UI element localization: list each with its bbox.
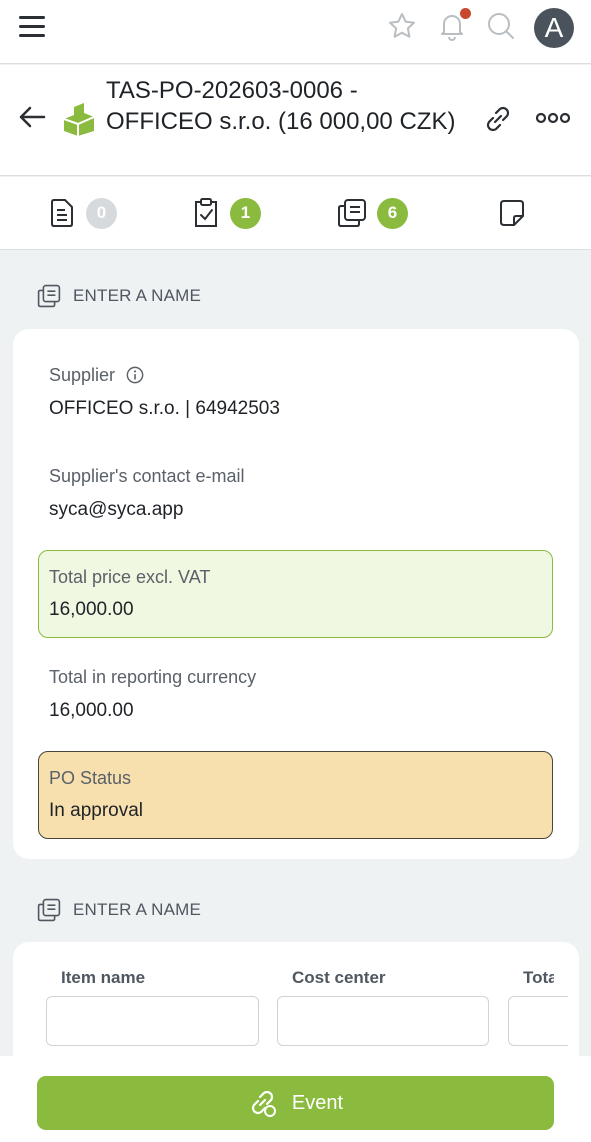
event-button[interactable]: Event <box>37 1076 554 1130</box>
bottom-bar: Event <box>0 1056 591 1142</box>
po-status-label: PO Status <box>49 768 132 788</box>
email-label: Supplier's contact e-mail <box>49 466 245 486</box>
tab-bar: 0 1 6 <box>0 177 591 250</box>
event-icon <box>251 1090 276 1117</box>
tab-tasks[interactable]: 1 <box>192 196 261 230</box>
document-icon <box>51 199 73 227</box>
total-price-value: 16,000.00 <box>49 599 134 620</box>
po-status-value: In approval <box>49 800 144 821</box>
column-header-item-name: Item name <box>61 968 146 987</box>
top-bar: A <box>0 0 591 64</box>
notification-dot <box>460 8 471 19</box>
tab-notes[interactable] <box>497 196 527 230</box>
document-logo-icon <box>63 103 95 136</box>
email-value[interactable]: syca@syca.app <box>49 499 183 521</box>
tab-documents[interactable]: 0 <box>48 196 117 230</box>
section-title: ENTER A NAME <box>73 900 202 919</box>
po-status-field[interactable]: PO Status In approval <box>38 751 553 839</box>
total-price-field[interactable]: Total price excl. VAT 16,000.00 <box>38 550 553 638</box>
menu-icon[interactable] <box>19 14 47 38</box>
column-header-cost-center: Cost center <box>292 968 386 987</box>
supplier-value[interactable]: OFFICEO s.r.o. | 64942503 <box>49 398 280 420</box>
details-card: Supplier OFFICEO s.r.o. | 64942503 Suppl… <box>13 329 579 859</box>
avatar[interactable]: A <box>534 8 574 48</box>
total-price-label: Total price excl. VAT <box>49 567 211 587</box>
reporting-label: Total in reporting currency <box>49 667 257 687</box>
column-header-total: Tota <box>523 968 554 987</box>
item-name-input[interactable] <box>46 996 259 1046</box>
link-icon[interactable] <box>482 103 514 135</box>
note-icon <box>500 200 524 226</box>
tab-copies-count: 6 <box>377 197 408 229</box>
section-title: ENTER A NAME <box>73 286 202 305</box>
info-icon[interactable] <box>126 366 144 384</box>
reporting-value: 16,000.00 <box>49 700 134 721</box>
page-header: TAS-PO-202603-0006 - OFFICEO s.r.o. (16 … <box>0 65 591 176</box>
total-input[interactable] <box>508 996 568 1046</box>
section-header: ENTER A NAME <box>37 898 201 922</box>
section-header: ENTER A NAME <box>37 284 201 308</box>
cost-center-input[interactable] <box>277 996 489 1046</box>
copy-docs-icon <box>37 284 61 308</box>
clipboard-check-icon <box>195 198 217 227</box>
search-icon[interactable] <box>485 10 517 42</box>
more-icon[interactable] <box>536 111 570 125</box>
event-button-label: Event <box>291 1091 344 1114</box>
star-icon[interactable] <box>386 10 418 42</box>
copy-docs-icon <box>338 199 366 227</box>
tab-documents-count: 0 <box>86 197 117 229</box>
copy-docs-icon <box>37 898 61 922</box>
supplier-label: Supplier <box>49 365 144 386</box>
tab-tasks-count: 1 <box>230 197 261 229</box>
tab-copies[interactable]: 6 <box>337 196 408 230</box>
back-arrow-icon[interactable] <box>16 101 48 133</box>
page-title: TAS-PO-202603-0006 - OFFICEO s.r.o. (16 … <box>106 77 456 135</box>
